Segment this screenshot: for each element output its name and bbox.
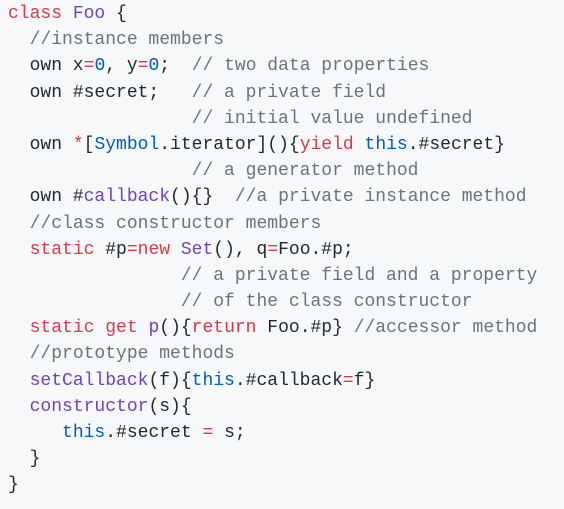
code-token-class-name: constructor bbox=[29, 396, 149, 417]
code-token-builtin: this bbox=[364, 134, 408, 155]
code-line: own #callback(){} //a private instance m… bbox=[0, 184, 564, 210]
code-token-comment: //instance members bbox=[29, 30, 225, 51]
code-token-comment: // of the class constructor bbox=[180, 292, 473, 313]
code-token-comment: //class constructor members bbox=[29, 213, 322, 234]
code-token: own x bbox=[8, 56, 84, 77]
code-line: // a private field and a property bbox=[0, 263, 564, 289]
code-line: own *[Symbol.iterator](){yield this.#sec… bbox=[0, 132, 564, 158]
code-line: // of the class constructor bbox=[0, 289, 564, 315]
code-token-keyword: new bbox=[137, 239, 171, 260]
code-token: [ bbox=[83, 134, 95, 155]
code-token-builtin: Symbol bbox=[94, 134, 160, 155]
code-token-class-name: setCallback bbox=[29, 370, 149, 391]
code-token: (f){ bbox=[148, 370, 192, 391]
code-token: (s){ bbox=[148, 396, 192, 417]
code-token-keyword: static bbox=[29, 239, 95, 260]
code-block: class Foo { //instance members own x=0, … bbox=[0, 0, 564, 509]
code-line: // initial value undefined bbox=[0, 106, 564, 132]
code-line: this.#secret = s; bbox=[0, 420, 564, 446]
code-line: class Foo { bbox=[0, 1, 564, 27]
code-token-comment: // a private field bbox=[191, 82, 387, 103]
code-token-keyword: * bbox=[72, 134, 84, 155]
code-token-keyword: = bbox=[137, 56, 149, 77]
code-token: .iterator](){ bbox=[159, 134, 300, 155]
code-token: .#secret} bbox=[407, 134, 505, 155]
code-token-keyword: class bbox=[8, 4, 63, 24]
code-token-class-name: callback bbox=[83, 187, 171, 208]
code-line: static get p(){return Foo.#p} //accessor… bbox=[0, 315, 564, 341]
code-line: own #secret; // a private field bbox=[0, 80, 564, 106]
code-line: // a generator method bbox=[0, 158, 564, 184]
code-token-number: 0 bbox=[94, 56, 106, 77]
code-line: //instance members bbox=[0, 27, 564, 53]
code-token-class-name: Set bbox=[180, 239, 214, 260]
code-line: } bbox=[0, 446, 564, 472]
code-token: Foo.#p} bbox=[256, 318, 354, 339]
code-line: } bbox=[0, 472, 564, 498]
code-line: static #p=new Set(), q=Foo.#p; bbox=[0, 237, 564, 263]
code-token: , y bbox=[105, 56, 138, 77]
code-token-comment: // a generator method bbox=[191, 161, 419, 182]
code-token: (), q bbox=[213, 239, 268, 260]
code-token-builtin: this bbox=[62, 423, 106, 443]
code-token: #p bbox=[94, 239, 127, 260]
code-token-keyword: return bbox=[191, 318, 257, 339]
code-token: ; bbox=[159, 56, 192, 77]
code-token-comment: //a private instance method bbox=[234, 187, 527, 208]
code-token: own # bbox=[8, 187, 84, 208]
code-token: Foo.#p; bbox=[278, 239, 354, 260]
code-token-keyword: yield bbox=[299, 134, 354, 155]
code-token: .#callback bbox=[234, 370, 343, 391]
code-token-keyword: = bbox=[342, 370, 354, 391]
code-token: } bbox=[8, 475, 19, 496]
code-token-class-name: p bbox=[148, 318, 160, 339]
code-token-comment: // a private field and a property bbox=[180, 265, 538, 286]
code-token-comment: //prototype methods bbox=[29, 344, 235, 365]
code-token: own bbox=[8, 134, 73, 155]
code-token-comment: //accessor method bbox=[353, 318, 538, 339]
code-token-builtin: this bbox=[191, 370, 235, 391]
code-token-keyword: static bbox=[29, 318, 95, 339]
code-token-keyword: = bbox=[267, 239, 279, 260]
code-token: (){ bbox=[159, 318, 192, 339]
code-token-keyword: = bbox=[126, 239, 138, 260]
code-token-keyword: = bbox=[83, 56, 95, 77]
code-line: own x=0, y=0; // two data properties bbox=[0, 53, 564, 79]
code-token-comment: // two data properties bbox=[191, 56, 430, 77]
code-token: } bbox=[8, 449, 41, 470]
code-line: constructor(s){ bbox=[0, 394, 564, 420]
code-token-number: 0 bbox=[148, 56, 160, 77]
code-token-class-name: Foo bbox=[72, 4, 106, 24]
code-line: //class constructor members bbox=[0, 211, 564, 237]
code-token: { bbox=[105, 4, 127, 24]
code-line: setCallback(f){this.#callback=f} bbox=[0, 368, 564, 394]
code-token-comment: // initial value undefined bbox=[191, 108, 473, 129]
code-line: //prototype methods bbox=[0, 341, 564, 367]
code-token: (){} bbox=[170, 187, 235, 208]
code-token: s; bbox=[213, 423, 246, 443]
code-token-keyword: = bbox=[202, 423, 214, 443]
code-token: .#secret bbox=[105, 423, 203, 443]
code-token-keyword: get bbox=[105, 318, 138, 339]
code-token: f} bbox=[353, 370, 376, 391]
code-token: own #secret; bbox=[8, 82, 192, 103]
